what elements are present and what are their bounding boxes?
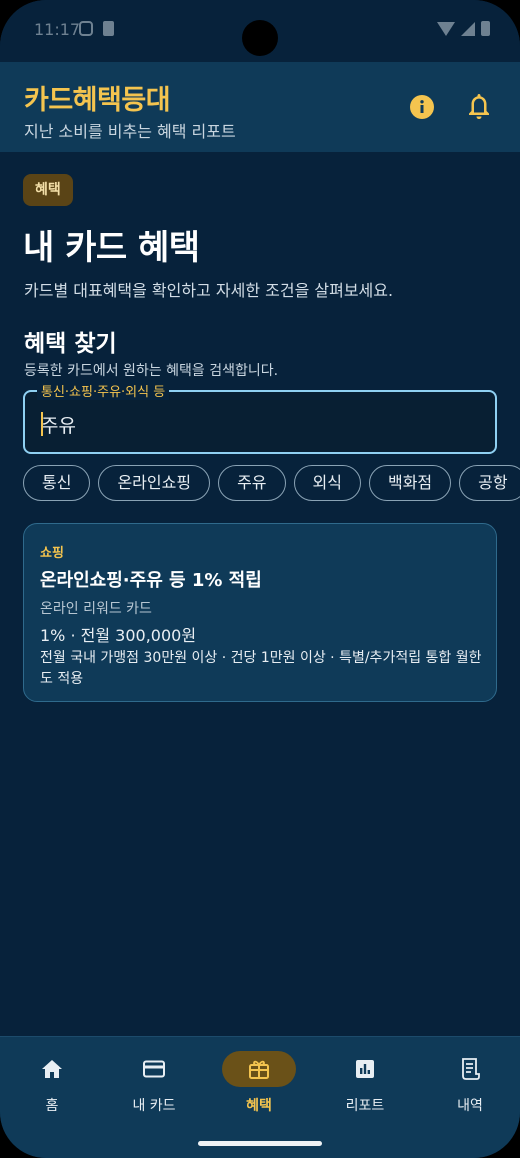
- benefit-search-input[interactable]: 통신·쇼핑·주유·외식 등 주유: [23, 381, 497, 454]
- nav-item-home[interactable]: 홈: [0, 1051, 104, 1121]
- filter-chip-row[interactable]: 통신 온라인쇼핑 주유 외식 백화점 공항: [23, 465, 520, 501]
- status-bar: 11:17: [0, 0, 520, 62]
- battery-icon: [481, 21, 490, 36]
- nav-item-benefits[interactable]: 혜택: [207, 1051, 311, 1121]
- search-section-title: 혜택 찾기: [24, 331, 117, 357]
- benefit-rate: 1% · 전월 300,000원: [40, 626, 197, 645]
- receipt-icon: [462, 1058, 480, 1080]
- nav-item-history[interactable]: 내역: [418, 1051, 520, 1121]
- nav-label: 리포트: [345, 1098, 385, 1114]
- nav-icon-container: [433, 1051, 507, 1087]
- benefit-category: 쇼핑: [40, 546, 64, 561]
- status-notification-icons: [79, 21, 114, 36]
- search-section-description: 등록한 카드에서 원하는 혜택을 검색합니다.: [24, 363, 279, 379]
- filter-chip-fuel[interactable]: 주유: [218, 465, 286, 501]
- search-input-value[interactable]: 주유: [41, 411, 76, 438]
- filter-chip-telecom[interactable]: 통신: [23, 465, 91, 501]
- filter-chip-online-shopping[interactable]: 온라인쇼핑: [98, 465, 211, 501]
- nav-icon-container: [15, 1051, 89, 1087]
- benefit-title: 온라인쇼핑·주유 등 1% 적립: [40, 570, 262, 591]
- bottom-navigation: 홈 내 카드 혜택 리포트 내역: [0, 1036, 520, 1158]
- bar-chart-icon: [356, 1060, 374, 1078]
- benefit-condition: 전월 국내 가맹점 30만원 이상 · 건당 1만원 이상 · 특별/추가적립 …: [40, 650, 482, 687]
- credit-card-icon: [143, 1060, 165, 1078]
- nav-item-my-cards[interactable]: 내 카드: [102, 1051, 206, 1121]
- nav-item-report[interactable]: 리포트: [313, 1051, 417, 1121]
- bell-icon[interactable]: [466, 92, 492, 120]
- status-time: 11:17: [34, 20, 81, 39]
- nav-icon-container: [117, 1051, 191, 1087]
- phone-screen: 11:17 카드혜택등대 지난 소비를 비추는 혜택 리포트 혜택 내 카드 혜…: [0, 0, 520, 1158]
- wifi-icon: [437, 21, 455, 36]
- signal-icon: [461, 21, 475, 36]
- nav-icon-container: [328, 1051, 402, 1087]
- home-icon: [42, 1060, 62, 1078]
- nav-label: 홈: [45, 1098, 59, 1114]
- camera-cutout: [242, 20, 278, 56]
- filter-chip-dining[interactable]: 외식: [293, 465, 361, 501]
- gesture-bar[interactable]: [198, 1141, 322, 1146]
- gift-icon: [249, 1060, 269, 1079]
- search-input-label: 통신·쇼핑·주유·외식 등: [37, 381, 170, 400]
- benefit-result-card[interactable]: 쇼핑 온라인쇼핑·주유 등 1% 적립 온라인 리워드 카드 1% · 전월 3…: [23, 523, 497, 702]
- status-system-icons: [437, 21, 490, 36]
- nav-label: 혜택: [246, 1098, 272, 1114]
- info-icon[interactable]: [410, 95, 434, 119]
- text-caret: [41, 412, 43, 436]
- app-bar: 카드혜택등대 지난 소비를 비추는 혜택 리포트: [0, 62, 520, 152]
- page-description: 카드별 대표혜택을 확인하고 자세한 조건을 살펴보세요.: [24, 281, 394, 300]
- nav-icon-container: [222, 1051, 296, 1087]
- app-subtitle: 지난 소비를 비추는 혜택 리포트: [24, 122, 236, 141]
- nav-label: 내 카드: [132, 1098, 176, 1114]
- nav-label: 내역: [457, 1098, 483, 1114]
- filter-chip-airport[interactable]: 공항: [459, 465, 520, 501]
- section-badge: 혜택: [23, 174, 73, 206]
- page-title: 내 카드 혜택: [23, 228, 200, 268]
- sim-card-icon: [103, 21, 114, 36]
- shield-icon: [79, 21, 93, 36]
- app-title: 카드혜택등대: [24, 85, 171, 116]
- filter-chip-department-store[interactable]: 백화점: [368, 465, 452, 501]
- card-name: 온라인 리워드 카드: [40, 601, 152, 617]
